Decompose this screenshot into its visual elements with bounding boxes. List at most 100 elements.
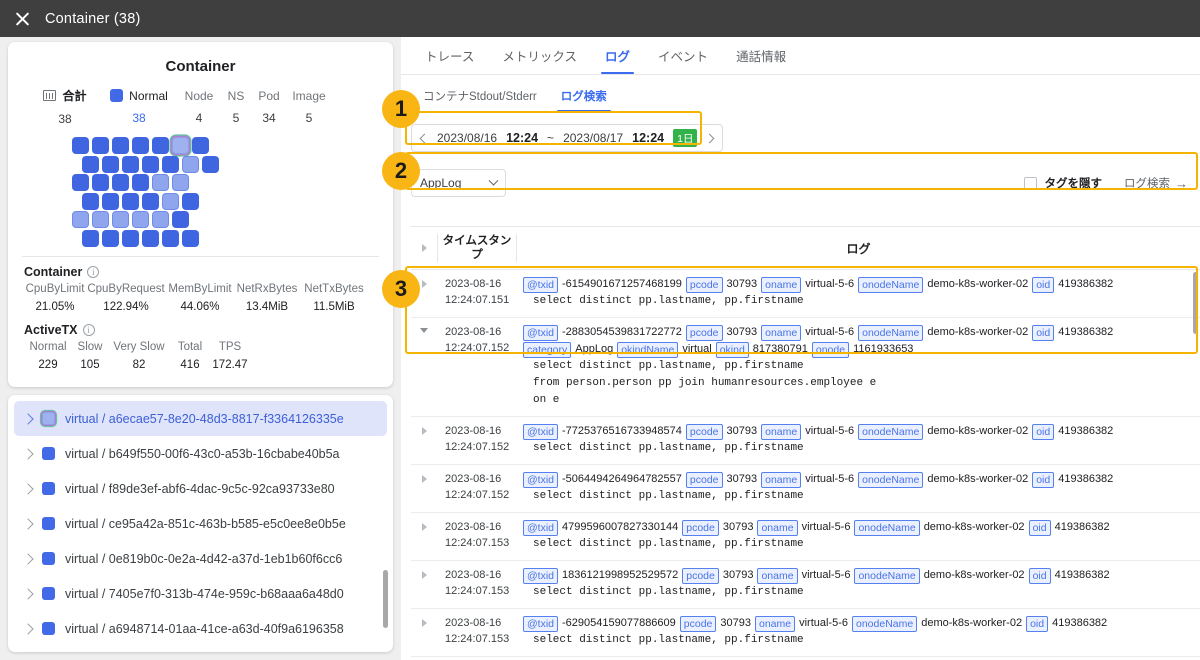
chevron-right-icon[interactable]: [22, 517, 34, 530]
container-block[interactable]: [82, 155, 99, 173]
subtab-item[interactable]: ログ検索: [549, 88, 619, 112]
container-block[interactable]: [132, 211, 149, 228]
log-field-tag[interactable]: onodeName: [858, 471, 924, 488]
log-field-tag[interactable]: oid: [1032, 471, 1055, 488]
log-field-tag[interactable]: okindName: [617, 341, 679, 358]
log-field-tag[interactable]: pcode: [682, 567, 719, 584]
row-expand-toggle[interactable]: [411, 561, 437, 608]
log-field-tag[interactable]: pcode: [685, 423, 723, 440]
log-field-tag[interactable]: onodeName: [858, 423, 924, 440]
container-block[interactable]: [72, 137, 89, 154]
container-block[interactable]: [172, 137, 189, 154]
row-expand-toggle[interactable]: [411, 417, 437, 464]
chevron-right-icon[interactable]: [22, 587, 34, 600]
log-field-tag[interactable]: @txid: [523, 615, 558, 632]
log-field-tag[interactable]: @txid: [523, 519, 558, 536]
table-row[interactable]: 2023-08-16 12:24:07.151 @txid -615490167125…: [411, 270, 1200, 318]
log-field-tag[interactable]: oname: [761, 276, 802, 293]
container-block[interactable]: [122, 229, 139, 247]
list-item[interactable]: virtual / 846c45cf-1212-4dde-8991-6c239b…: [8, 646, 393, 652]
log-field-tag[interactable]: oid: [1028, 519, 1051, 536]
log-field-tag[interactable]: oname: [757, 567, 798, 584]
table-row[interactable]: 2023-08-16 12:24:07.153 @txid 4799596007827…: [411, 513, 1200, 561]
log-field-tag[interactable]: @txid: [523, 567, 558, 584]
log-field-tag[interactable]: okind: [715, 341, 749, 358]
log-field-tag[interactable]: pcode: [679, 615, 717, 632]
chevron-right-icon[interactable]: [22, 412, 34, 425]
container-block[interactable]: [122, 155, 139, 173]
log-field-tag[interactable]: @txid: [523, 471, 558, 488]
container-block[interactable]: [82, 229, 99, 247]
log-field-tag[interactable]: pcode: [682, 519, 719, 536]
container-block[interactable]: [152, 211, 169, 228]
container-block[interactable]: [112, 174, 129, 191]
log-field-tag[interactable]: onodeName: [852, 615, 918, 632]
container-block[interactable]: [102, 155, 119, 173]
chevron-right-icon[interactable]: [22, 552, 34, 565]
container-block[interactable]: [132, 137, 149, 154]
container-block[interactable]: [112, 211, 129, 228]
container-block[interactable]: [162, 192, 179, 210]
table-row[interactable]: 2023-08-16 12:24:07.152 @txid -288305453983…: [411, 318, 1200, 417]
log-field-tag[interactable]: @txid: [523, 423, 558, 440]
info-icon[interactable]: i: [87, 266, 100, 278]
container-block[interactable]: [92, 137, 109, 154]
container-block[interactable]: [152, 137, 169, 154]
tab-item[interactable]: イベント: [644, 46, 722, 74]
left-list-scrollbar[interactable]: [383, 570, 388, 628]
tab-item[interactable]: トレース: [411, 46, 488, 74]
table-row[interactable]: 2023-08-16 12:24:07.152 @txid -506449426496…: [411, 465, 1200, 513]
container-block[interactable]: [102, 192, 119, 210]
chevron-right-icon[interactable]: [22, 622, 34, 635]
container-block[interactable]: [132, 174, 149, 191]
chevron-left-icon[interactable]: [419, 133, 430, 143]
log-table-scrollbar[interactable]: [1193, 272, 1198, 334]
container-block[interactable]: [72, 174, 89, 191]
container-block[interactable]: [142, 155, 159, 173]
table-row[interactable]: 2023-08-16 12:24:07.153 @txid 1836121998952…: [411, 561, 1200, 609]
log-field-tag[interactable]: category: [523, 341, 572, 358]
log-field-tag[interactable]: onodeName: [858, 276, 924, 293]
tab-item[interactable]: メトリックス: [488, 46, 591, 74]
expand-all-cell[interactable]: [411, 244, 437, 252]
list-item[interactable]: virtual / a6948714-01aa-41ce-a63d-40f9a6…: [8, 611, 393, 646]
row-expand-toggle[interactable]: [411, 318, 437, 416]
log-field-tag[interactable]: @txid: [523, 324, 558, 341]
log-field-tag[interactable]: @txid: [523, 276, 558, 293]
log-field-tag[interactable]: pcode: [685, 276, 723, 293]
container-block[interactable]: [142, 192, 159, 210]
close-icon[interactable]: [14, 10, 31, 27]
container-block[interactable]: [142, 229, 159, 247]
header-timestamp[interactable]: タイムスタンプ: [437, 234, 517, 262]
container-block[interactable]: [172, 174, 189, 191]
tab-item[interactable]: 通話情報: [722, 46, 800, 74]
log-field-tag[interactable]: oname: [761, 471, 802, 488]
container-block[interactable]: [192, 137, 209, 154]
container-block[interactable]: [182, 229, 199, 247]
container-block[interactable]: [152, 174, 169, 191]
list-item[interactable]: virtual / f89de3ef-abf6-4dac-9c5c-92ca93…: [8, 471, 393, 506]
log-field-tag[interactable]: onodeName: [854, 519, 920, 536]
container-block[interactable]: [162, 155, 179, 173]
container-block[interactable]: [202, 155, 219, 173]
log-field-tag[interactable]: oid: [1032, 324, 1055, 341]
container-block[interactable]: [82, 192, 99, 210]
log-field-tag[interactable]: oid: [1032, 423, 1055, 440]
row-expand-toggle[interactable]: [411, 465, 437, 512]
header-log[interactable]: ログ: [517, 240, 1200, 257]
row-expand-toggle[interactable]: [411, 513, 437, 560]
log-field-tag[interactable]: onodeName: [854, 567, 920, 584]
list-item[interactable]: virtual / a6ecae57-8e20-48d3-8817-f33641…: [14, 401, 387, 436]
chevron-right-icon[interactable]: [22, 482, 34, 495]
log-field-tag[interactable]: onode: [811, 341, 850, 358]
container-block[interactable]: [92, 211, 109, 228]
log-field-tag[interactable]: oname: [754, 615, 796, 632]
container-block[interactable]: [102, 229, 119, 247]
container-block[interactable]: [92, 174, 109, 191]
log-field-tag[interactable]: oname: [757, 519, 798, 536]
list-item[interactable]: virtual / ce95a42a-851c-463b-b585-e5c0ee…: [8, 506, 393, 541]
container-block[interactable]: [112, 137, 129, 154]
chevron-right-icon[interactable]: [705, 133, 715, 143]
container-block[interactable]: [122, 192, 139, 210]
log-field-tag[interactable]: pcode: [685, 471, 723, 488]
